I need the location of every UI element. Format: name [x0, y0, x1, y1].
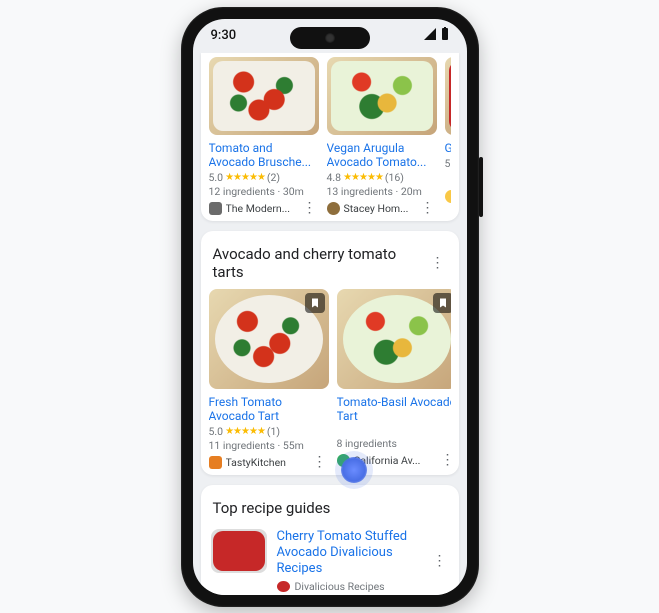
recipe-title: Vegan Arugula Avocado Tomato... [327, 141, 437, 169]
bookmark-icon[interactable] [433, 293, 451, 313]
recipe-image [209, 57, 319, 135]
source-favicon [209, 456, 222, 469]
guide-title: Cherry Tomato Stuffed Avocado Divaliciou… [277, 529, 421, 577]
recipe-meta: 8 ingredients [337, 437, 451, 450]
recipe-rating: 4.8★★★★★(16) [327, 171, 437, 184]
recipe-title: Gua [445, 141, 451, 155]
source-favicon [327, 202, 340, 215]
status-time: 9:30 [211, 28, 237, 43]
recipe-card[interactable]: Tomato and Avocado Brusche... 5.0★★★★★(2… [209, 57, 319, 215]
recipe-carousel-2: Avocado and cherry tomato tarts ⋮ Fresh … [201, 231, 459, 475]
recipe-card[interactable]: Tomato-Basil Avocado Tart 8 ingredients … [337, 289, 451, 469]
recipe-image [445, 57, 451, 135]
recipe-meta: 12 ingredients · 30m [209, 185, 319, 198]
more-icon[interactable]: ⋮ [439, 455, 451, 465]
source-favicon [337, 454, 350, 467]
scroll-content[interactable]: Tomato and Avocado Brusche... 5.0★★★★★(2… [193, 53, 467, 595]
section-title: Avocado and cherry tomato tarts [213, 245, 429, 281]
guide-source: Divalicious Recipes [277, 580, 421, 593]
more-icon[interactable]: ⋮ [419, 203, 437, 213]
section-more-icon[interactable]: ⋮ [429, 258, 447, 268]
more-icon[interactable]: ⋮ [311, 457, 329, 467]
recipe-meta: 11 ingredients · 55m [209, 439, 329, 452]
bookmark-icon[interactable] [305, 293, 325, 313]
source-name: Stacey Hom... [344, 202, 415, 215]
source-name: California Av... [354, 454, 435, 467]
battery-icon [441, 27, 449, 45]
phone-notch [290, 27, 370, 49]
recipe-rating: 5.0★★★★★(2) [209, 171, 319, 184]
source-favicon [445, 190, 451, 203]
source-name: The Modern... [226, 202, 297, 215]
phone-screen: 9:30 Tomato and Avocado Brusche... 5.0★★… [193, 19, 467, 595]
recipe-card[interactable]: Vegan Arugula Avocado Tomato... 4.8★★★★★… [327, 57, 437, 215]
recipe-card[interactable]: Fresh Tomato Avocado Tart 5.0★★★★★(1) 11… [209, 289, 329, 469]
recipe-image [337, 289, 451, 389]
recipe-card-partial[interactable]: Gua 5.0 [445, 57, 451, 215]
recipe-image [209, 289, 329, 389]
recipe-carousel-1: Tomato and Avocado Brusche... 5.0★★★★★(2… [201, 53, 459, 221]
section-title: Top recipe guides [213, 499, 331, 517]
recipe-image [327, 57, 437, 135]
recipe-title: Tomato and Avocado Brusche... [209, 141, 319, 169]
recipe-rating: 5.0★★★★★(1) [209, 425, 329, 438]
more-icon[interactable]: ⋮ [301, 203, 319, 213]
phone-frame: 9:30 Tomato and Avocado Brusche... 5.0★★… [181, 7, 479, 607]
recipe-meta: 13 ingredients · 20m [327, 185, 437, 198]
source-favicon [209, 202, 222, 215]
recipe-title: Fresh Tomato Avocado Tart [209, 395, 329, 423]
guide-item[interactable]: Cherry Tomato Stuffed Avocado Divaliciou… [209, 525, 451, 595]
recipe-guides: Top recipe guides Cherry Tomato Stuffed … [201, 485, 459, 595]
recipe-title: Tomato-Basil Avocado Tart [337, 395, 451, 423]
source-name: TastyKitchen [226, 456, 307, 469]
signal-icon [423, 28, 437, 44]
more-icon[interactable]: ⋮ [431, 556, 449, 566]
recipe-rating: 5.0 [445, 157, 451, 170]
guide-thumb [211, 529, 267, 573]
